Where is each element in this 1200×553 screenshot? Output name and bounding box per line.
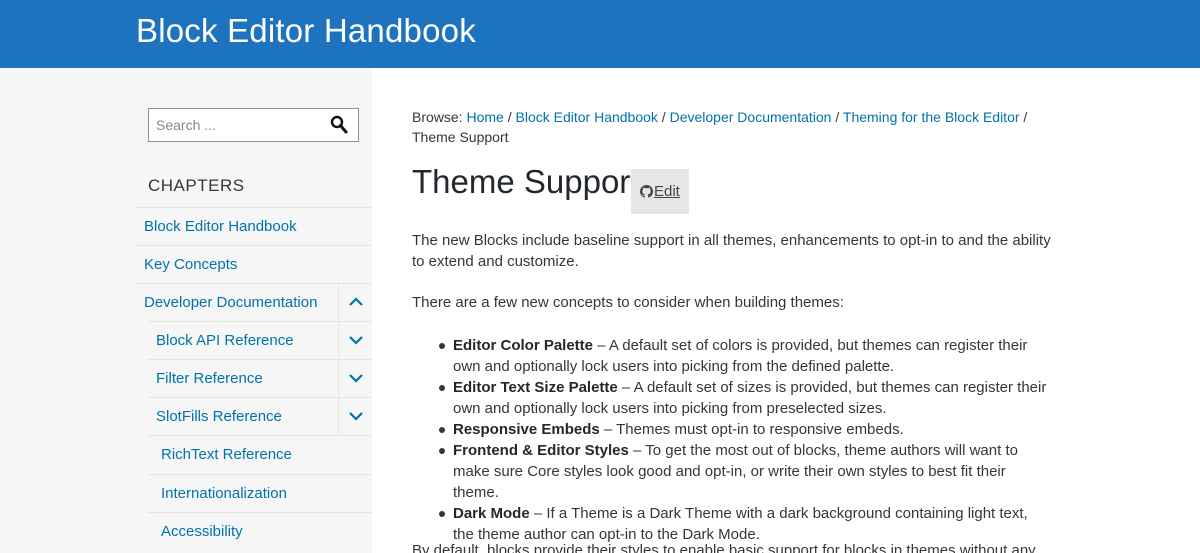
- nav-item-richtext-reference[interactable]: RichText Reference: [148, 435, 372, 473]
- list-item: Editor Text Size Palette – A default set…: [439, 377, 1048, 419]
- list-item: Dark Mode – If a Theme is a Dark Theme w…: [439, 503, 1048, 545]
- breadcrumb-link-theming[interactable]: Theming for the Block Editor: [843, 109, 1020, 125]
- breadcrumb: Browse: Home / Block Editor Handbook / D…: [412, 109, 1028, 145]
- nav-item-developer-documentation[interactable]: Developer Documentation: [136, 283, 372, 321]
- nav-item-block-api-reference[interactable]: Block API Reference: [148, 321, 372, 359]
- breadcrumb-link-home[interactable]: Home: [466, 109, 503, 125]
- concept-term: Responsive Embeds: [453, 421, 600, 438]
- expand-toggle[interactable]: [338, 322, 372, 359]
- concept-term: Dark Mode: [453, 505, 530, 522]
- breadcrumb-prefix: Browse:: [412, 109, 463, 125]
- edit-label[interactable]: Edit: [654, 183, 680, 200]
- github-icon: [640, 185, 653, 198]
- nav-item-label[interactable]: Accessibility: [161, 523, 243, 540]
- breadcrumb-current: Theme Support: [412, 129, 509, 145]
- search-icon[interactable]: [330, 115, 348, 135]
- intro-paragraph: The new Blocks include baseline support …: [412, 232, 1051, 270]
- breadcrumb-link-handbook[interactable]: Block Editor Handbook: [516, 109, 658, 125]
- expand-toggle[interactable]: [338, 398, 372, 435]
- concept-text: – Themes must opt-in to responsive embed…: [599, 421, 904, 438]
- concept-text: – If a Theme is a Dark Theme with a dark…: [453, 505, 1028, 543]
- nav-item-slotfills-reference[interactable]: SlotFills Reference: [148, 397, 372, 435]
- concept-term: Editor Text Size Palette: [453, 379, 618, 396]
- search-input[interactable]: Search ...: [156, 117, 216, 133]
- nav-item-label[interactable]: Block API Reference: [156, 332, 294, 349]
- concept-term: Frontend & Editor Styles: [453, 442, 629, 459]
- chevron-down-icon: [349, 374, 363, 383]
- expand-toggle[interactable]: [338, 360, 372, 397]
- concept-term: Editor Color Palette: [453, 337, 594, 354]
- list-item: Frontend & Editor Styles – To get the mo…: [439, 440, 1048, 503]
- nav-item-label[interactable]: Internationalization: [161, 485, 287, 502]
- nav-item-label[interactable]: SlotFills Reference: [156, 408, 282, 425]
- nav-item-label[interactable]: Key Concepts: [144, 256, 237, 273]
- chevron-down-icon: [349, 412, 363, 421]
- site-header: Block Editor Handbook: [0, 0, 1200, 68]
- cutoff-paragraph: By default, blocks provide their styles …: [412, 542, 1052, 553]
- concepts-list: Editor Color Palette – A default set of …: [439, 335, 1048, 545]
- nav-item-accessibility[interactable]: Accessibility: [148, 512, 372, 553]
- nav-item-label[interactable]: Developer Documentation: [144, 294, 317, 311]
- nav-item-filter-reference[interactable]: Filter Reference: [148, 359, 372, 397]
- nav-item-label[interactable]: Filter Reference: [156, 370, 263, 387]
- collapse-toggle[interactable]: [338, 284, 372, 321]
- nav-item-label[interactable]: Block Editor Handbook: [144, 218, 297, 235]
- chevron-down-icon: [349, 336, 363, 345]
- nav-item-label[interactable]: RichText Reference: [161, 446, 292, 463]
- chevron-up-icon: [349, 297, 363, 306]
- edit-on-github-button[interactable]: Edit: [631, 169, 689, 214]
- nav-item-key-concepts[interactable]: Key Concepts: [136, 245, 372, 283]
- page-title: Theme Support: [412, 163, 640, 200]
- list-item: Editor Color Palette – A default set of …: [439, 335, 1048, 377]
- concepts-intro-paragraph: There are a few new concepts to consider…: [412, 294, 844, 311]
- breadcrumb-link-developer-docs[interactable]: Developer Documentation: [670, 109, 832, 125]
- nav-item-internationalization[interactable]: Internationalization: [148, 474, 372, 512]
- nav-item-block-editor-handbook[interactable]: Block Editor Handbook: [136, 207, 372, 245]
- site-title[interactable]: Block Editor Handbook: [136, 12, 476, 50]
- list-item: Responsive Embeds – Themes must opt-in t…: [439, 419, 1048, 440]
- cutoff-text: By default, blocks provide their styles …: [412, 542, 1036, 553]
- search-box[interactable]: Search ...: [148, 108, 359, 142]
- chapters-heading: CHAPTERS: [148, 176, 245, 195]
